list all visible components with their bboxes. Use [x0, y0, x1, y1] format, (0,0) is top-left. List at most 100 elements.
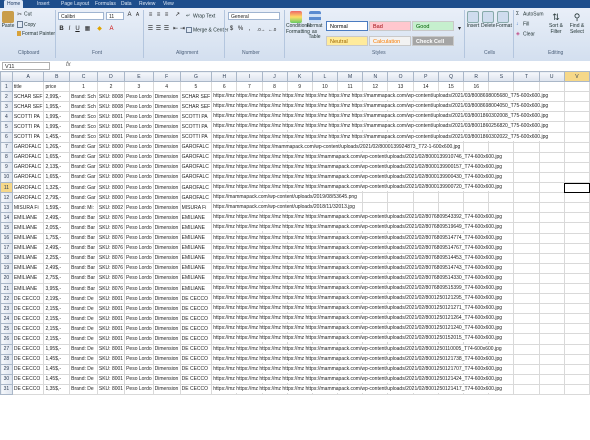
- cell[interactable]: EMILIANE: [179, 262, 213, 274]
- cell[interactable]: [563, 303, 590, 315]
- cell[interactable]: [563, 151, 590, 163]
- cell[interactable]: GAROFALC: [11, 182, 45, 194]
- cell[interactable]: GAROFALC: [179, 192, 213, 204]
- cell[interactable]: Dimension: [152, 282, 181, 295]
- cell[interactable]: SKU: 8000: [96, 151, 126, 163]
- cell[interactable]: SKU: 8001: [96, 121, 126, 133]
- url-cell[interactable]: https://mz https://mz https://mz https:/…: [211, 182, 503, 194]
- cell[interactable]: [563, 262, 590, 274]
- cell[interactable]: Peso Lordo: [124, 171, 154, 184]
- cell[interactable]: SCHAR SEF: [11, 91, 45, 103]
- cell[interactable]: Peso Lordo: [124, 131, 154, 143]
- header-cell[interactable]: 3: [124, 81, 154, 93]
- cell[interactable]: 1,65$,-: [43, 171, 71, 184]
- url-cell[interactable]: https://mz https://mz https://mz https:/…: [211, 232, 503, 244]
- cell[interactable]: [563, 293, 590, 305]
- tab-page-layout[interactable]: Page Layout: [58, 0, 92, 8]
- cell[interactable]: [563, 101, 590, 113]
- column-header[interactable]: A: [11, 71, 45, 83]
- styles-more-icon[interactable]: ▾: [456, 26, 463, 33]
- conditional-formatting-button[interactable]: Conditional Formatting: [286, 11, 311, 35]
- style-neutral[interactable]: Neutral: [326, 36, 368, 46]
- cell[interactable]: [513, 313, 540, 325]
- url-cell[interactable]: https://mz https://mz https://mz https:/…: [211, 242, 503, 254]
- cell[interactable]: [538, 232, 565, 244]
- cell[interactable]: Peso Lordo: [124, 212, 154, 224]
- currency-button[interactable]: $: [228, 26, 235, 33]
- cell[interactable]: Dimension: [152, 91, 181, 103]
- column-header[interactable]: V: [563, 71, 590, 83]
- cell[interactable]: SKU: 8076: [96, 242, 126, 254]
- row-header[interactable]: 8: [0, 151, 13, 163]
- cell[interactable]: [513, 141, 540, 153]
- cell[interactable]: DE CECCO: [11, 303, 45, 315]
- cell[interactable]: DE CECCO: [179, 363, 213, 375]
- cell[interactable]: Brand: Mi:: [69, 202, 98, 214]
- cell[interactable]: SCOTTI PA: [11, 121, 45, 133]
- cell[interactable]: [538, 222, 565, 234]
- header-cell[interactable]: 12: [362, 81, 389, 93]
- url-cell[interactable]: https://mz https://mz https://mz https:/…: [211, 222, 503, 234]
- row-header[interactable]: 26: [0, 333, 13, 345]
- cell[interactable]: DE CECCO: [179, 373, 213, 385]
- cell[interactable]: Dimension: [152, 293, 181, 305]
- cell[interactable]: Brand: Sco: [69, 131, 98, 143]
- column-header[interactable]: G: [179, 71, 213, 83]
- increase-decimal-icon[interactable]: .0→: [257, 26, 265, 33]
- cell[interactable]: SCOTTI PA: [179, 121, 213, 133]
- cell[interactable]: [513, 343, 540, 355]
- cell[interactable]: Dimension: [152, 222, 181, 234]
- cell[interactable]: Dimension: [152, 151, 181, 163]
- cell[interactable]: SKU: 8001: [96, 131, 126, 143]
- cell[interactable]: [563, 212, 590, 224]
- cell[interactable]: Brand: De: [69, 293, 98, 305]
- header-cell[interactable]: 9: [286, 81, 313, 93]
- column-header[interactable]: M: [336, 71, 364, 83]
- percent-button[interactable]: %: [237, 26, 244, 33]
- url-cell[interactable]: https://mz https://mz https://mz https:/…: [211, 293, 503, 305]
- fx-icon[interactable]: fx: [66, 62, 71, 68]
- cell[interactable]: [563, 91, 590, 103]
- cell[interactable]: SKU: 8076: [96, 272, 126, 284]
- align-top-icon[interactable]: ≡: [147, 12, 154, 19]
- cell[interactable]: SKU: 8001: [96, 293, 126, 305]
- cell[interactable]: GAROFALC: [179, 161, 213, 173]
- cell[interactable]: [563, 272, 590, 284]
- cell[interactable]: 1,26$,-: [43, 141, 71, 153]
- cell[interactable]: EMILIANE: [179, 242, 213, 254]
- cell[interactable]: EMILIANE: [179, 232, 213, 244]
- cell[interactable]: 1,59$,-: [43, 202, 71, 214]
- cell[interactable]: DE CECCO: [179, 303, 213, 315]
- column-header[interactable]: H: [211, 71, 238, 83]
- cell[interactable]: [513, 212, 540, 224]
- url-cell[interactable]: https://mz https://mz https://mz https:/…: [211, 212, 503, 224]
- cell[interactable]: EMILIANE: [179, 282, 213, 295]
- url-cell[interactable]: https://mz https://mz https://mz https:/…: [211, 121, 549, 133]
- header-cell[interactable]: 11: [336, 81, 364, 93]
- cell[interactable]: SKU: 8001: [96, 373, 126, 385]
- cell[interactable]: Dimension: [152, 333, 181, 345]
- cell[interactable]: Peso Lordo: [124, 343, 154, 355]
- url-cell[interactable]: https://mz https://mz https://mz https:/…: [211, 353, 503, 365]
- row-header[interactable]: 31: [0, 383, 13, 396]
- row-header[interactable]: 3: [0, 101, 13, 113]
- cell[interactable]: SCHAR SEF: [179, 91, 213, 103]
- clear-button[interactable]: ◈ Clear: [516, 31, 535, 37]
- cell[interactable]: EMILIANE: [11, 262, 45, 274]
- cell[interactable]: [513, 81, 540, 93]
- cell[interactable]: [563, 141, 590, 153]
- cell[interactable]: [563, 363, 590, 375]
- cell[interactable]: DE CECCO: [11, 353, 45, 365]
- cell[interactable]: 1,32$,-: [43, 182, 71, 194]
- cell[interactable]: [563, 313, 590, 325]
- cell[interactable]: 2,49$,-: [43, 242, 71, 254]
- copy-button[interactable]: Copy: [17, 21, 36, 28]
- cell[interactable]: Brand: Bar: [69, 212, 98, 224]
- cell[interactable]: [513, 272, 540, 284]
- cell[interactable]: Peso Lordo: [124, 202, 154, 214]
- cell[interactable]: [362, 192, 389, 204]
- cell[interactable]: Dimension: [152, 101, 181, 113]
- decrease-decimal-icon[interactable]: ←.0: [268, 26, 276, 33]
- cell[interactable]: Peso Lordo: [124, 151, 154, 163]
- cell[interactable]: Peso Lordo: [124, 141, 154, 153]
